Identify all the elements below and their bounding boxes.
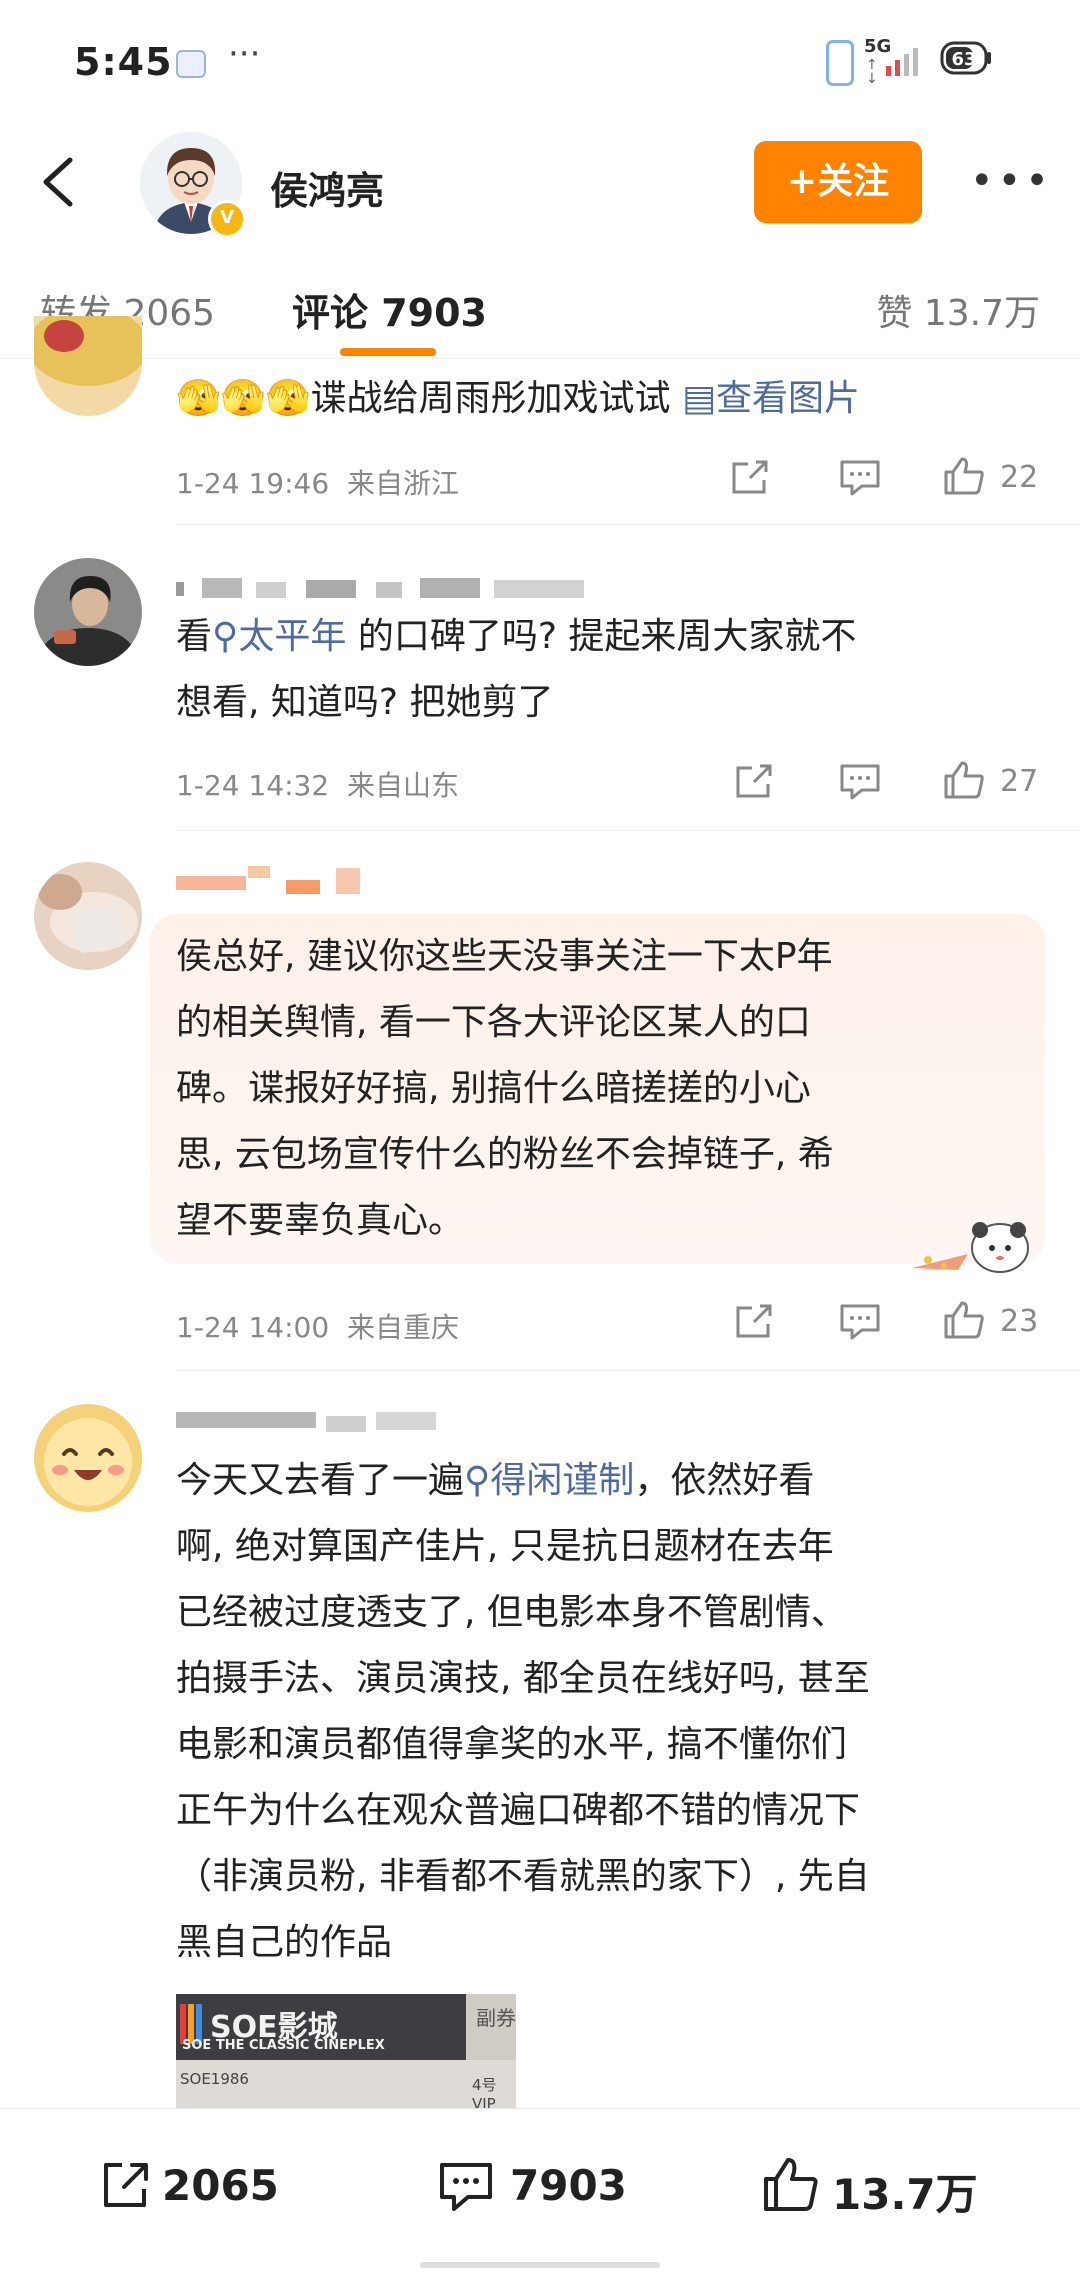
image-icon: ▤	[681, 378, 716, 419]
like-icon[interactable]	[760, 2155, 820, 2215]
search-icon: ⚲	[464, 1460, 491, 1501]
comment-location: 来自重庆	[346, 1311, 459, 1344]
share-icon[interactable]	[732, 1302, 776, 1342]
view-image-link[interactable]: ▤查看图片	[682, 378, 860, 419]
ticket-code: SOE1986	[180, 2070, 249, 2088]
like-icon[interactable]	[942, 456, 986, 496]
comment-meta: 1-24 14:00 来自重庆	[176, 1306, 459, 1346]
tab-likes[interactable]: 赞 13.7万	[876, 284, 1040, 336]
ticket-stub: 副券	[476, 2006, 516, 2030]
comment-text: 侯总好, 建议你这些天没事关注一下太P年 的相关舆情, 看一下各大评论区某人的口…	[176, 936, 834, 1241]
comment-text: 今天又去看了一遍⚲得闲谨制，依然好看 啊, 绝对算国产佳片, 只是抗日题材在去年…	[176, 1460, 870, 1963]
search-icon: ⚲	[212, 616, 239, 657]
like-count: 27	[1000, 764, 1039, 799]
data-arrows-icon: ↑ ↓	[866, 57, 878, 87]
commenter-name-redacted[interactable]	[176, 864, 376, 898]
ticket-subtitle: SOE THE CLASSIC CINEPLEX	[182, 2038, 385, 2053]
commenter-name-redacted[interactable]	[176, 1408, 466, 1438]
commenter-avatar[interactable]	[34, 558, 142, 666]
status-bar: 5:45 ··· 5G ↑ ↓ 63	[0, 0, 1080, 126]
commenter-avatar[interactable]	[34, 316, 142, 416]
repost-icon[interactable]	[98, 2159, 152, 2213]
status-time: 5:45	[74, 40, 173, 84]
status-overflow-dots: ···	[228, 34, 261, 74]
home-indicator	[420, 2262, 660, 2268]
more-icon[interactable]: •••	[970, 158, 1053, 204]
tab-comments[interactable]: 评论 7903	[292, 282, 487, 337]
like-count: 22	[1000, 460, 1039, 495]
comment-icon[interactable]	[436, 2159, 496, 2215]
battery-level: 63	[951, 49, 976, 70]
signal-icon	[886, 48, 918, 76]
comment-divider	[176, 830, 1080, 831]
topic-link[interactable]: ⚲得闲谨制	[464, 1460, 634, 1501]
comment-time: 1-24 14:00	[176, 1311, 330, 1344]
comment-meta: 1-24 14:32 来自山东	[176, 764, 459, 804]
comment-meta: 1-24 19:46 来自浙江	[176, 462, 459, 502]
commenter-avatar[interactable]	[34, 862, 142, 970]
reply-icon[interactable]	[838, 458, 882, 498]
bottom-action-bar: 2065 7903 13.7万	[0, 2108, 1080, 2282]
share-icon[interactable]	[732, 762, 776, 802]
back-icon[interactable]	[34, 152, 82, 212]
active-tab-indicator	[340, 348, 436, 356]
commenter-avatar[interactable]	[34, 1404, 142, 1512]
comment-text: 🫣🫣🫣谍战给周雨彤加戏试试 ▤查看图片	[176, 378, 860, 419]
comment-time: 1-24 19:46	[176, 467, 330, 500]
app-notification-icon	[176, 50, 206, 78]
comment-emoji: 🫣🫣🫣	[176, 378, 311, 419]
commenter-name-redacted[interactable]	[176, 576, 616, 600]
comment-image[interactable]: SOE影城 SOE THE CLASSIC CINEPLEX 副券 SOE198…	[176, 1994, 516, 2108]
sticker-panda-icon	[908, 1208, 1038, 1278]
comment-count[interactable]: 7903	[510, 2161, 627, 2210]
battery-icon: 63	[940, 41, 991, 75]
comment-location: 来自浙江	[346, 467, 459, 500]
like-icon[interactable]	[942, 760, 986, 800]
like-count: 23	[1000, 1304, 1039, 1339]
author-name[interactable]: 侯鸿亮	[270, 160, 384, 215]
comment-location: 来自山东	[346, 769, 459, 802]
follow-button[interactable]: +关注	[754, 141, 922, 223]
repost-count[interactable]: 2065	[162, 2161, 279, 2210]
phone-icon	[826, 40, 854, 86]
like-count[interactable]: 13.7万	[832, 2161, 978, 2222]
comment-divider	[176, 524, 1080, 525]
ticket-hall: 4号VIP	[472, 2076, 497, 2108]
comment-divider	[176, 1370, 1080, 1371]
reply-icon[interactable]	[838, 1302, 882, 1342]
like-icon[interactable]	[942, 1300, 986, 1340]
comment-text: 看⚲太平年 的口碑了吗? 提起来周大家就不 想看, 知道吗? 把她剪了	[176, 616, 857, 723]
topic-link[interactable]: ⚲太平年	[212, 616, 346, 657]
verified-badge-icon: V	[208, 200, 246, 238]
reply-icon[interactable]	[838, 762, 882, 802]
share-icon[interactable]	[728, 458, 772, 498]
comment-time: 1-24 14:32	[176, 769, 330, 802]
